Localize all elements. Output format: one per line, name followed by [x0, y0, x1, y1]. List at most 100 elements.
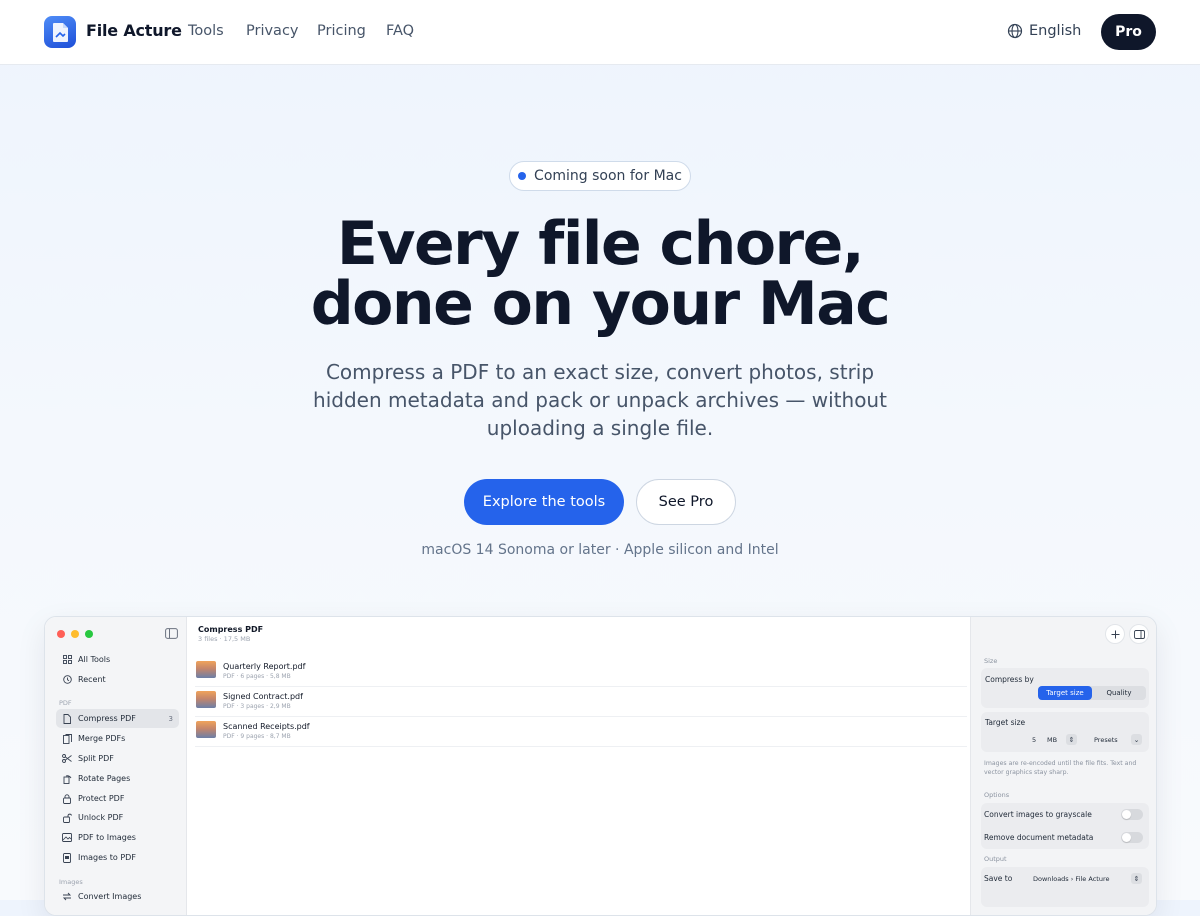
- sidebar-section-pdf: PDF: [59, 699, 72, 707]
- unlock-icon: [62, 813, 72, 823]
- rotate-icon: [63, 774, 71, 784]
- nav-link-faq[interactable]: FAQ: [386, 23, 414, 39]
- grayscale-option-label: Convert images to grayscale: [984, 810, 1092, 819]
- sidebar-item-all-tools[interactable]: All Tools: [56, 650, 179, 669]
- sidebar-item-label: Protect PDF: [78, 794, 125, 803]
- plus-icon: [1111, 630, 1119, 638]
- pro-button[interactable]: Pro: [1101, 14, 1156, 50]
- sidebar-item-label: Split PDF: [78, 754, 114, 763]
- scissors-icon: [62, 754, 72, 763]
- hero-subtext: Compress a PDF to an exact size, convert…: [313, 360, 887, 440]
- sidebar-item-compress-pdf[interactable]: Compress PDF 3: [56, 709, 179, 728]
- metadata-option-label: Remove document metadata: [984, 833, 1094, 842]
- compress-by-panel: Compress by Target size Quality: [981, 668, 1149, 708]
- target-size-input[interactable]: 5: [1032, 736, 1036, 744]
- nav-link-privacy[interactable]: Privacy: [246, 23, 299, 39]
- sidebar-item-count: 3: [168, 714, 173, 723]
- file-name: Scanned Receipts.pdf: [223, 722, 310, 731]
- compress-by-label: Compress by: [985, 675, 1034, 684]
- grayscale-toggle[interactable]: [1121, 809, 1143, 820]
- target-size-panel: Target size 5 MB ⇕ Presets ⌄: [981, 712, 1149, 752]
- close-window-icon[interactable]: [57, 630, 65, 638]
- metadata-toggle[interactable]: [1121, 832, 1143, 843]
- app-sidebar: All Tools Recent PDF Compress PDF 3 Merg…: [45, 617, 187, 915]
- app-window-preview: All Tools Recent PDF Compress PDF 3 Merg…: [44, 616, 1157, 916]
- brand-name[interactable]: File Acture: [86, 21, 182, 40]
- output-panel: [981, 867, 1149, 907]
- explore-tools-button[interactable]: Explore the tools: [464, 479, 624, 525]
- file-thumbnail: [196, 721, 216, 738]
- toggle-inspector-button[interactable]: [1129, 624, 1149, 644]
- sidebar-item-label: Merge PDFs: [78, 734, 126, 743]
- panel-right-icon: [1133, 629, 1145, 639]
- hero-headline: Every file chore, done on your Mac: [0, 214, 1200, 334]
- seg-target-size[interactable]: Target size: [1038, 686, 1092, 700]
- compress-mode-segmented: Target size Quality: [1038, 686, 1146, 700]
- file-meta: PDF · 3 pages · 2,9 MB: [223, 703, 291, 710]
- sidebar-item-unlock-pdf[interactable]: Unlock PDF: [56, 808, 179, 827]
- sidebar-item-label: Images to PDF: [78, 853, 136, 862]
- file-name: Signed Contract.pdf: [223, 692, 303, 701]
- seg-quality[interactable]: Quality: [1092, 686, 1146, 700]
- language-selector[interactable]: English: [1007, 23, 1081, 39]
- sidebar-item-rotate-pages[interactable]: Rotate Pages: [56, 769, 179, 788]
- sidebar-item-label: Unlock PDF: [78, 813, 124, 822]
- doc-icon: [63, 713, 71, 724]
- nav-link-pricing[interactable]: Pricing: [317, 23, 366, 39]
- size-section-label: Size: [984, 657, 998, 665]
- file-thumbnail: [196, 661, 216, 678]
- headline-line-1: Every file chore,: [336, 209, 865, 279]
- sidebar-item-convert-images[interactable]: Convert Images: [56, 887, 179, 906]
- clock-icon: [62, 675, 72, 684]
- headline-line-2: done on your Mac: [310, 269, 891, 339]
- file-thumbnail: [196, 691, 216, 708]
- chevron-updown-icon[interactable]: ⇕: [1131, 873, 1142, 884]
- doc-image-icon: [63, 852, 71, 863]
- file-row[interactable]: Scanned Receipts.pdf PDF · 9 pages · 8,7…: [195, 717, 967, 747]
- compression-hint: Images are re-encoded until the file fit…: [984, 760, 1137, 776]
- docs-icon: [62, 733, 72, 744]
- add-file-button[interactable]: [1105, 624, 1125, 644]
- target-size-label: Target size: [985, 718, 1026, 727]
- file-meta: PDF · 6 pages · 5,8 MB: [223, 673, 291, 680]
- top-nav: File Acture Tools Privacy Pricing FAQ En…: [0, 0, 1200, 65]
- file-row[interactable]: Signed Contract.pdf PDF · 3 pages · 2,9 …: [195, 687, 967, 717]
- sidebar-item-images-to-pdf[interactable]: Images to PDF: [56, 848, 179, 867]
- see-pro-button[interactable]: See Pro: [636, 479, 736, 525]
- options-section-label: Options: [984, 791, 1010, 799]
- sidebar-item-label: Recent: [78, 675, 106, 684]
- image-icon: [62, 833, 72, 842]
- save-to-value[interactable]: Downloads › File Acture: [1033, 875, 1109, 883]
- output-section-label: Output: [984, 855, 1007, 863]
- inspector-panel: Size Compress by Target size Quality Tar…: [970, 617, 1156, 915]
- badge-label: Coming soon for Mac: [534, 168, 682, 184]
- sidebar-item-merge-pdfs[interactable]: Merge PDFs: [56, 729, 179, 748]
- sidebar-item-protect-pdf[interactable]: Protect PDF: [56, 789, 179, 808]
- main-subtitle: 3 files · 17,5 MB: [198, 635, 251, 643]
- lock-icon: [63, 793, 71, 804]
- file-row[interactable]: Quarterly Report.pdf PDF · 6 pages · 5,8…: [195, 657, 967, 687]
- sidebar-item-label: Compress PDF: [78, 714, 136, 723]
- sidebar-item-label: PDF to Images: [78, 833, 136, 842]
- sidebar-item-split-pdf[interactable]: Split PDF: [56, 749, 179, 768]
- grid-icon: [62, 655, 72, 664]
- system-requirements: macOS 14 Sonoma or later · Apple silicon…: [421, 542, 779, 558]
- language-label: English: [1029, 23, 1082, 39]
- coming-soon-badge: Coming soon for Mac: [509, 161, 691, 191]
- file-meta: PDF · 9 pages · 8,7 MB: [223, 733, 291, 740]
- stepper-icon[interactable]: ⇕: [1066, 734, 1077, 745]
- main-title: Compress PDF: [198, 625, 264, 634]
- minimize-window-icon[interactable]: [71, 630, 79, 638]
- app-logo-icon[interactable]: [44, 16, 76, 48]
- target-unit-label: MB: [1047, 736, 1058, 744]
- nav-link-tools[interactable]: Tools: [188, 23, 224, 39]
- sidebar-item-pdf-to-images[interactable]: PDF to Images: [56, 828, 179, 847]
- presets-label[interactable]: Presets: [1094, 736, 1118, 744]
- sidebar-item-recent[interactable]: Recent: [56, 670, 179, 689]
- chevron-down-icon[interactable]: ⌄: [1131, 734, 1142, 745]
- zoom-window-icon[interactable]: [85, 630, 93, 638]
- file-name: Quarterly Report.pdf: [223, 662, 306, 671]
- globe-icon: [1007, 23, 1023, 39]
- sidebar-item-label: All Tools: [78, 655, 111, 664]
- sidebar-toggle-icon[interactable]: [165, 628, 178, 639]
